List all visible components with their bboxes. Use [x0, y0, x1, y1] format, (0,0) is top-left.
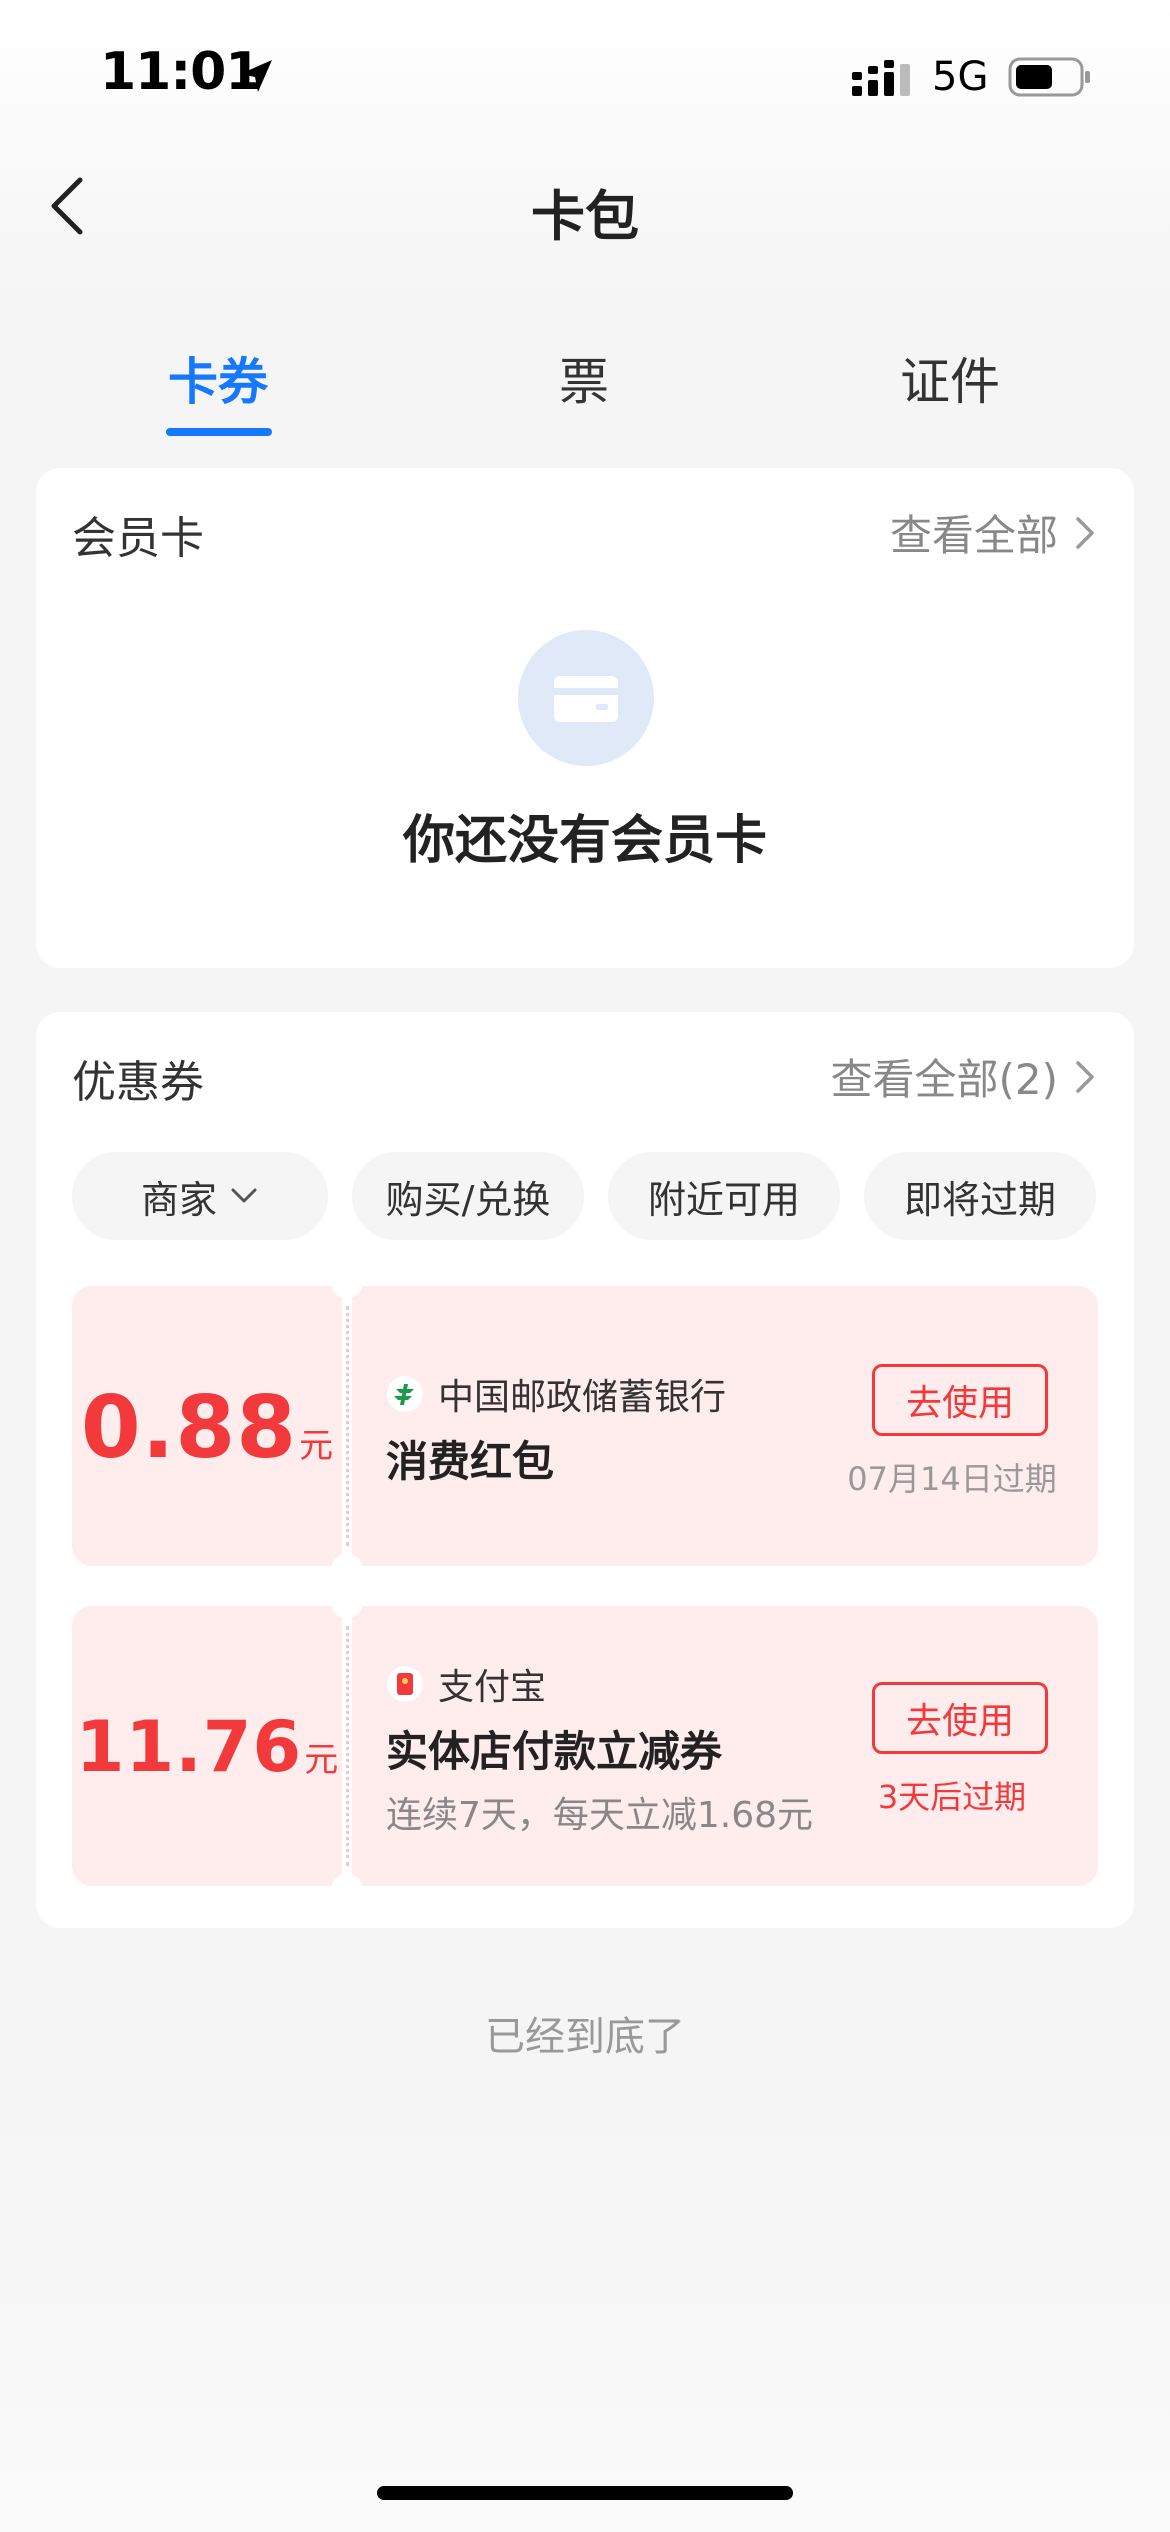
member-card-section: 会员卡 查看全部 你还没有会员卡 [36, 468, 1134, 968]
view-all-label: 查看全部 [889, 511, 1058, 560]
end-of-list-text: 已经到底了 [485, 2014, 685, 2060]
filter-nearby[interactable]: 附近可用 [608, 1152, 840, 1240]
member-card-title: 会员卡 [72, 513, 204, 564]
coupon-filter-row: 商家 购买/兑换 附近可用 即将过期 [72, 1152, 1096, 1240]
tab-cards-coupons[interactable]: 卡券 [118, 342, 318, 414]
home-indicator[interactable] [377, 2486, 793, 2500]
member-card-view-all-link[interactable]: 查看全部 [890, 502, 1098, 563]
use-coupon-button[interactable]: 去使用 [872, 1364, 1048, 1436]
status-bar: 11:01 5G [0, 0, 1170, 150]
page-title: 卡包 [531, 185, 639, 248]
filter-purchase-exchange[interactable]: 购买/兑换 [352, 1152, 584, 1240]
coupon-name: 实体店付款立减券 [386, 1727, 723, 1776]
coupon-expire-date: 3天后过期 [877, 1778, 1027, 1816]
chevron-down-icon [231, 1188, 257, 1203]
card-placeholder-icon [518, 630, 654, 766]
coupon-divider [346, 1626, 349, 1866]
coupon-item[interactable]: 0.88元 中国邮政储蓄银行 消费红包 去使用 07月14日过期 [72, 1274, 1098, 1578]
merchant-name: 中国邮政储蓄银行 [438, 1377, 727, 1418]
coupon-amount-value: 11.76 [75, 1706, 303, 1788]
network-label: 5G [932, 54, 989, 100]
coupon-amount-unit: 元 [299, 1426, 334, 1466]
coupon-amount-unit: 元 [304, 1740, 339, 1780]
tab-tickets[interactable]: 票 [484, 342, 684, 414]
coupon-name: 消费红包 [386, 1437, 555, 1486]
tab-documents[interactable]: 证件 [850, 342, 1050, 414]
red-envelope-icon [387, 1666, 423, 1702]
signal-icon [852, 60, 910, 96]
coupon-view-all-link[interactable]: 查看全部(2) [831, 1046, 1099, 1107]
coupon-amount-value: 0.88 [80, 1378, 298, 1478]
coupon-merchant: 中国邮政储蓄银行 [386, 1368, 726, 1420]
active-tab-indicator [166, 428, 272, 436]
coupon-amount: 11.76元 [72, 1706, 342, 1788]
coupon-item[interactable]: 11.76元 支付宝 实体店付款立减券 连续7天，每天立减1.68元 去使用 3… [72, 1594, 1098, 1898]
coupon-info: 支付宝 实体店付款立减券 连续7天，每天立减1.68元 去使用 3天后过期 [352, 1606, 1098, 1886]
chevron-right-icon [1076, 516, 1094, 549]
coupon-expire-date: 07月14日过期 [847, 1460, 1057, 1498]
chevron-right-icon [1076, 1060, 1094, 1093]
filter-label: 商家 [140, 1177, 217, 1222]
view-all-label: 查看全部(2) [830, 1055, 1059, 1104]
coupon-info: 中国邮政储蓄银行 消费红包 去使用 07月14日过期 [352, 1286, 1098, 1566]
coupon-amount: 0.88元 [72, 1378, 342, 1478]
battery-icon [1008, 57, 1090, 97]
coupon-description: 连续7天，每天立减1.68元 [386, 1795, 814, 1836]
location-arrow-icon [240, 60, 272, 92]
merchant-name: 支付宝 [438, 1667, 547, 1708]
coupon-section-title: 优惠券 [72, 1057, 204, 1108]
coupon-divider [346, 1306, 349, 1546]
coupon-merchant: 支付宝 [386, 1658, 546, 1710]
empty-member-card-text: 你还没有会员卡 [402, 811, 767, 871]
filter-merchant[interactable]: 商家 [72, 1152, 328, 1240]
postal-bank-logo-icon [387, 1376, 423, 1412]
filter-expiring-soon[interactable]: 即将过期 [864, 1152, 1096, 1240]
use-coupon-button[interactable]: 去使用 [872, 1682, 1048, 1754]
coupon-section: 优惠券 查看全部(2) 商家 购买/兑换 附近可用 即将过期 0.88元 中国邮… [36, 1012, 1134, 1928]
